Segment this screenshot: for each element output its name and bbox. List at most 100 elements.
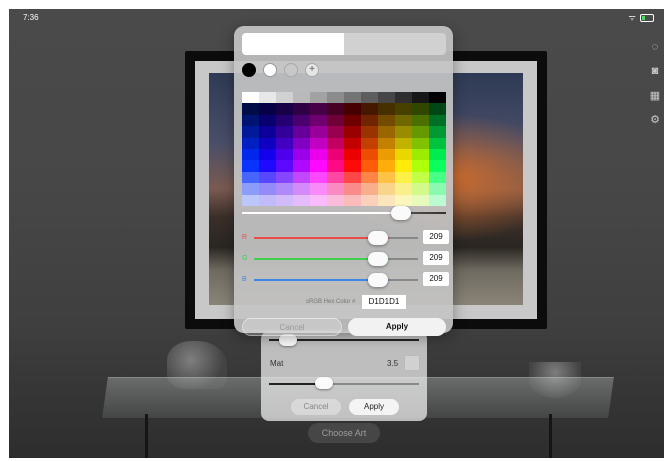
blue-slider-track[interactable] (254, 279, 418, 281)
color-swatch[interactable] (242, 148, 259, 161)
color-swatch[interactable] (429, 183, 446, 195)
color-swatch[interactable] (293, 114, 310, 127)
color-swatch[interactable] (395, 114, 412, 127)
color-swatch[interactable] (378, 137, 395, 149)
gray-swatch[interactable] (429, 92, 446, 104)
color-swatch[interactable] (361, 194, 378, 206)
color-swatch[interactable] (344, 103, 361, 115)
color-swatch[interactable] (276, 183, 293, 195)
color-swatch[interactable] (429, 160, 446, 172)
color-swatch[interactable] (344, 148, 361, 161)
color-swatch[interactable] (242, 103, 259, 115)
color-swatch[interactable] (412, 194, 429, 206)
color-swatch[interactable] (293, 194, 310, 206)
color-swatch[interactable] (327, 160, 344, 172)
color-swatch[interactable] (429, 126, 446, 138)
color-swatch[interactable] (395, 183, 412, 195)
gray-swatch[interactable] (310, 92, 327, 104)
color-swatch[interactable] (327, 194, 344, 206)
color-swatch[interactable] (344, 171, 361, 184)
color-swatch[interactable] (429, 171, 446, 184)
color-swatch[interactable] (242, 194, 259, 206)
color-swatch[interactable] (310, 126, 327, 138)
color-swatch[interactable] (361, 183, 378, 195)
mat-color-swatch[interactable] (404, 355, 420, 371)
color-swatch[interactable] (361, 171, 378, 184)
red-slider-track[interactable] (254, 237, 418, 239)
color-swatch[interactable] (276, 103, 293, 115)
color-swatch[interactable] (293, 171, 310, 184)
red-slider-knob[interactable] (368, 231, 388, 245)
preset-white[interactable] (263, 63, 277, 77)
gray-swatch[interactable] (378, 92, 395, 104)
color-swatch[interactable] (344, 194, 361, 206)
color-swatch[interactable] (378, 183, 395, 195)
apply-button[interactable]: Apply (348, 318, 446, 336)
blue-value-field[interactable]: 209 (423, 272, 449, 286)
green-slider-knob[interactable] (368, 252, 388, 266)
color-swatch[interactable] (293, 183, 310, 195)
color-swatch[interactable] (378, 194, 395, 206)
gray-swatch[interactable] (395, 92, 412, 104)
color-swatch[interactable] (344, 126, 361, 138)
gray-swatch[interactable] (412, 92, 429, 104)
color-swatch[interactable] (378, 126, 395, 138)
green-value-field[interactable]: 209 (423, 251, 449, 265)
color-swatch[interactable] (327, 171, 344, 184)
color-swatch[interactable] (259, 171, 276, 184)
gear-icon[interactable]: ⚙ (648, 113, 662, 127)
color-swatch[interactable] (378, 114, 395, 127)
add-preset-button[interactable]: + (305, 63, 319, 77)
color-swatch[interactable] (429, 103, 446, 115)
color-swatch[interactable] (276, 194, 293, 206)
color-swatch[interactable] (327, 148, 344, 161)
color-swatch[interactable] (395, 148, 412, 161)
color-swatch[interactable] (310, 114, 327, 127)
color-swatch[interactable] (276, 126, 293, 138)
gray-swatch[interactable] (344, 92, 361, 104)
color-swatch[interactable] (395, 137, 412, 149)
color-swatch[interactable] (276, 148, 293, 161)
color-swatch[interactable] (412, 137, 429, 149)
color-swatch[interactable] (395, 160, 412, 172)
color-swatch[interactable] (361, 103, 378, 115)
color-swatch[interactable] (361, 160, 378, 172)
gray-swatch[interactable] (242, 92, 259, 104)
gray-swatch[interactable] (276, 92, 293, 104)
color-swatch[interactable] (327, 137, 344, 149)
color-swatch[interactable] (310, 194, 327, 206)
color-swatch[interactable] (378, 103, 395, 115)
color-swatch[interactable] (344, 160, 361, 172)
color-swatch[interactable] (429, 148, 446, 161)
mat-slider-track[interactable] (269, 383, 419, 385)
color-swatch[interactable] (276, 160, 293, 172)
color-swatch[interactable] (378, 148, 395, 161)
mat-slider-knob[interactable] (315, 377, 333, 389)
color-swatch[interactable] (242, 160, 259, 172)
color-swatch[interactable] (412, 103, 429, 115)
color-swatch[interactable] (293, 160, 310, 172)
brightness-slider-knob[interactable] (391, 206, 411, 220)
color-swatch[interactable] (293, 126, 310, 138)
brightness-slider-track[interactable] (242, 212, 446, 214)
color-swatch[interactable] (395, 126, 412, 138)
color-swatch[interactable] (259, 103, 276, 115)
color-swatch[interactable] (310, 160, 327, 172)
color-swatch[interactable] (412, 171, 429, 184)
color-swatch[interactable] (361, 137, 378, 149)
color-swatch[interactable] (412, 114, 429, 127)
color-swatch[interactable] (242, 126, 259, 138)
color-swatch[interactable] (344, 137, 361, 149)
color-swatch[interactable] (378, 160, 395, 172)
blue-slider-knob[interactable] (368, 273, 388, 287)
gray-swatch[interactable] (327, 92, 344, 104)
color-swatch[interactable] (259, 114, 276, 127)
choose-art-button[interactable]: Choose Art (308, 423, 380, 443)
color-swatch[interactable] (276, 137, 293, 149)
color-swatch[interactable] (259, 126, 276, 138)
gray-swatch[interactable] (361, 92, 378, 104)
color-swatch[interactable] (242, 171, 259, 184)
color-swatch[interactable] (361, 148, 378, 161)
color-swatch[interactable] (412, 148, 429, 161)
red-value-field[interactable]: 209 (423, 230, 449, 244)
